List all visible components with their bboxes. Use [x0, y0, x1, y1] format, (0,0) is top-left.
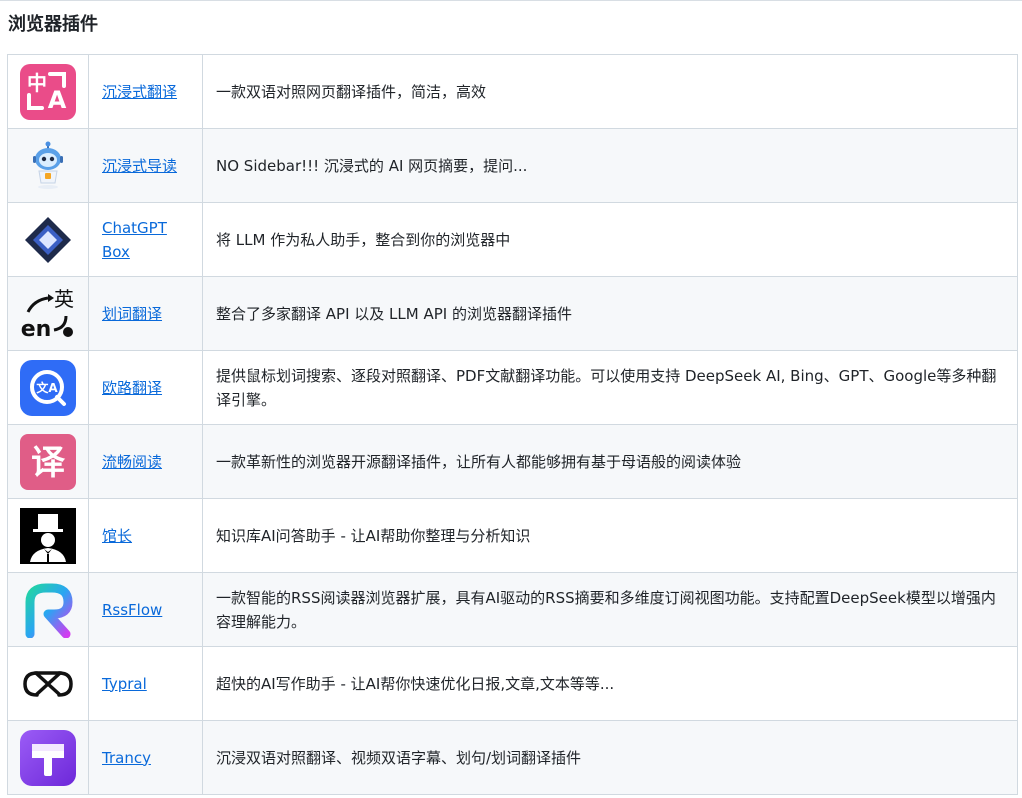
- plugin-description: 超快的AI写作助手 - 让AI帮你快速优化日报,文章,文本等等...: [216, 674, 615, 693]
- icon-cell: 译: [7, 424, 89, 499]
- plugin-description: 提供鼠标划词搜索、逐段对照翻译、PDF文献翻译功能。可以使用支持 DeepSee…: [216, 366, 997, 409]
- name-cell: Trancy: [88, 720, 203, 795]
- trancy-icon: [20, 729, 76, 786]
- icon-cell: [7, 572, 89, 647]
- plugin-description: 一款革新性的浏览器开源翻译插件，让所有人都能够拥有基于母语般的阅读体验: [216, 452, 742, 471]
- description-cell: 一款革新性的浏览器开源翻译插件，让所有人都能够拥有基于母语般的阅读体验: [202, 424, 1018, 499]
- icon-cell: 中 A: [7, 54, 89, 129]
- description-cell: 知识库AI问答助手 - 让AI帮助你整理与分析知识: [202, 498, 1018, 573]
- plugin-description: 一款双语对照网页翻译插件，简洁，高效: [216, 82, 487, 101]
- icon-cell: 英 en: [7, 276, 89, 351]
- svg-text:英: 英: [54, 287, 74, 311]
- plugin-description: 一款智能的RSS阅读器浏览器扩展，具有AI驱动的RSS摘要和多维度订阅视图功能。…: [216, 588, 996, 631]
- name-cell: ChatGPT Box: [88, 202, 203, 277]
- icon-cell: [7, 202, 89, 277]
- icon-cell: [7, 128, 89, 203]
- page: 浏览器插件 中 A 沉浸式翻译 一款双语对照网页翻译插件，简洁，高效 沉浸式导读…: [0, 0, 1022, 798]
- table-row: 馆长 知识库AI问答助手 - 让AI帮助你整理与分析知识: [7, 498, 1018, 573]
- description-cell: NO Sidebar!!! 沉浸式的 AI 网页摘要，提问...: [202, 128, 1018, 203]
- table-row: 英 en 划词翻译 整合了多家翻译 API 以及 LLM API 的浏览器翻译插…: [7, 276, 1018, 351]
- immersive-translate-icon: 中 A: [20, 63, 76, 120]
- icon-cell: [7, 720, 89, 795]
- name-cell: 沉浸式翻译: [88, 54, 203, 129]
- plugin-description: 将 LLM 作为私人助手，整合到你的浏览器中: [216, 230, 511, 249]
- plugin-link[interactable]: RssFlow: [102, 601, 162, 619]
- plugin-link[interactable]: 欧路翻译: [102, 379, 162, 397]
- description-cell: 一款双语对照网页翻译插件，简洁，高效: [202, 54, 1018, 129]
- plugins-table: 中 A 沉浸式翻译 一款双语对照网页翻译插件，简洁，高效 沉浸式导读 NO Si…: [7, 54, 1018, 795]
- name-cell: 欧路翻译: [88, 350, 203, 425]
- robot-icon: [20, 138, 76, 194]
- name-cell: 划词翻译: [88, 276, 203, 351]
- plugin-description: 沉浸双语对照翻译、视频双语字幕、划句/划词翻译插件: [216, 748, 582, 767]
- plugin-link[interactable]: ChatGPT Box: [102, 219, 167, 261]
- table-row: Typral 超快的AI写作助手 - 让AI帮你快速优化日报,文章,文本等等..…: [7, 646, 1018, 721]
- table-row: 中 A 沉浸式翻译 一款双语对照网页翻译插件，简洁，高效: [7, 54, 1018, 129]
- plugin-link[interactable]: 沉浸式导读: [102, 157, 177, 175]
- description-cell: 沉浸双语对照翻译、视频双语字幕、划句/划词翻译插件: [202, 720, 1018, 795]
- plugin-description: 整合了多家翻译 API 以及 LLM API 的浏览器翻译插件: [216, 304, 572, 323]
- table-row: 译 流畅阅读 一款革新性的浏览器开源翻译插件，让所有人都能够拥有基于母语般的阅读…: [7, 424, 1018, 499]
- name-cell: 馆长: [88, 498, 203, 573]
- icon-cell: [7, 498, 89, 573]
- fluent-read-icon: 译: [20, 433, 76, 490]
- svg-text:文A: 文A: [36, 380, 58, 395]
- rssflow-icon: [20, 582, 76, 638]
- svg-text:en: en: [21, 317, 52, 342]
- section-title: 浏览器插件: [8, 14, 98, 35]
- name-cell: RssFlow: [88, 572, 203, 647]
- description-cell: 整合了多家翻译 API 以及 LLM API 的浏览器翻译插件: [202, 276, 1018, 351]
- chatgpt-box-icon: [20, 212, 76, 268]
- description-cell: 提供鼠标划词搜索、逐段对照翻译、PDF文献翻译功能。可以使用支持 DeepSee…: [202, 350, 1018, 425]
- svg-text:A: A: [48, 86, 67, 114]
- name-cell: 流畅阅读: [88, 424, 203, 499]
- plugin-link[interactable]: 馆长: [102, 527, 132, 545]
- table-row: 文A 欧路翻译 提供鼠标划词搜索、逐段对照翻译、PDF文献翻译功能。可以使用支持…: [7, 350, 1018, 425]
- table-row: ChatGPT Box 将 LLM 作为私人助手，整合到你的浏览器中: [7, 202, 1018, 277]
- typral-icon: [20, 656, 76, 712]
- name-cell: Typral: [88, 646, 203, 721]
- plugin-link[interactable]: 流畅阅读: [102, 453, 162, 471]
- plugin-description: 知识库AI问答助手 - 让AI帮助你整理与分析知识: [216, 526, 531, 545]
- table-row: RssFlow 一款智能的RSS阅读器浏览器扩展，具有AI驱动的RSS摘要和多维…: [7, 572, 1018, 647]
- curator-icon: [20, 507, 76, 564]
- icon-cell: [7, 646, 89, 721]
- description-cell: 将 LLM 作为私人助手，整合到你的浏览器中: [202, 202, 1018, 277]
- table-row: Trancy 沉浸双语对照翻译、视频双语字幕、划句/划词翻译插件: [7, 720, 1018, 795]
- eudic-icon: 文A: [20, 359, 76, 416]
- description-cell: 超快的AI写作助手 - 让AI帮你快速优化日报,文章,文本等等...: [202, 646, 1018, 721]
- svg-text:译: 译: [31, 443, 66, 483]
- name-cell: 沉浸式导读: [88, 128, 203, 203]
- plugin-description: NO Sidebar!!! 沉浸式的 AI 网页摘要，提问...: [216, 156, 528, 175]
- plugin-link[interactable]: 划词翻译: [102, 305, 162, 323]
- plugin-link[interactable]: 沉浸式翻译: [102, 83, 177, 101]
- plugin-link[interactable]: Trancy: [102, 749, 151, 767]
- description-cell: 一款智能的RSS阅读器浏览器扩展，具有AI驱动的RSS摘要和多维度订阅视图功能。…: [202, 572, 1018, 647]
- plugin-link[interactable]: Typral: [102, 675, 147, 693]
- svg-text:中: 中: [27, 71, 47, 95]
- table-row: 沉浸式导读 NO Sidebar!!! 沉浸式的 AI 网页摘要，提问...: [7, 128, 1018, 203]
- icon-cell: 文A: [7, 350, 89, 425]
- hcfy-icon: 英 en: [20, 286, 76, 342]
